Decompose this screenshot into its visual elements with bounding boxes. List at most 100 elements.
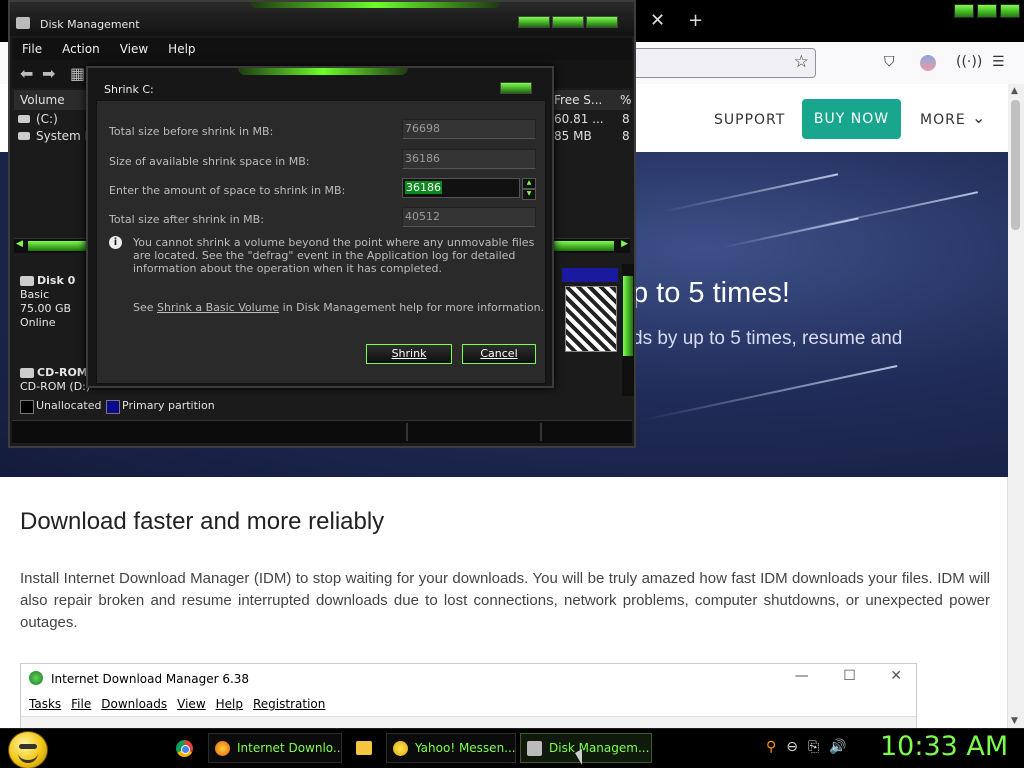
nav-support-link[interactable]: SUPPORT xyxy=(714,112,785,128)
menu-view[interactable]: View xyxy=(120,42,148,56)
disk-management-icon xyxy=(16,17,30,29)
back-arrow-icon[interactable]: ⬅ xyxy=(20,64,33,83)
idm-title: Internet Download Manager 6.38 xyxy=(51,672,250,686)
taskbar-item-label: Disk Managem... xyxy=(549,741,650,755)
chevron-down-icon[interactable]: ⌄ xyxy=(972,108,985,127)
shrink-amount-label: Enter the amount of space to shrink in M… xyxy=(109,184,346,197)
primary-partition-bar xyxy=(562,268,618,282)
network-icon[interactable]: ⎘ xyxy=(808,739,819,755)
status-separator xyxy=(406,423,408,441)
dm-title: Disk Management xyxy=(40,18,140,31)
menu-file[interactable]: File xyxy=(22,42,42,56)
folder-icon[interactable] xyxy=(356,741,372,755)
scroll-up-arrow-icon[interactable]: ▲ xyxy=(1011,86,1018,96)
total-before-field: 76698 xyxy=(402,119,536,139)
column-free-space[interactable]: Free S... xyxy=(554,93,602,107)
maximize-icon: ☐ xyxy=(843,668,856,684)
smiley-eyes xyxy=(19,744,37,749)
close-button[interactable] xyxy=(586,16,618,28)
maximize-button[interactable] xyxy=(977,4,997,18)
scroll-thumb[interactable] xyxy=(1011,100,1020,230)
status-bar xyxy=(12,420,632,443)
dialog-glow xyxy=(238,68,408,75)
new-tab-icon[interactable]: + xyxy=(688,10,703,31)
light-streak xyxy=(661,173,839,213)
shrink-amount-spinner[interactable]: ▲ ▼ xyxy=(522,178,536,200)
minimize-button[interactable] xyxy=(518,16,550,28)
close-icon: ✕ xyxy=(890,668,902,684)
menu-help[interactable]: Help xyxy=(168,42,195,56)
menu-action[interactable]: Action xyxy=(62,42,100,56)
volume-pct: 8 xyxy=(622,112,630,126)
column-percent[interactable]: % xyxy=(620,93,631,107)
shrink-dialog: Shrink C: Total size before shrink in MB… xyxy=(86,66,554,388)
nav-more-link[interactable]: MORE xyxy=(920,112,966,128)
shrink-amount-input[interactable]: 36186 xyxy=(402,178,520,198)
volume-free: 85 MB xyxy=(554,129,592,143)
info-icon: i xyxy=(109,236,122,249)
minimize-button[interactable] xyxy=(954,4,974,18)
pocket-icon[interactable]: ⛉ xyxy=(884,54,895,70)
hamburger-menu-icon[interactable]: ☰ xyxy=(992,54,1005,70)
volume-pct: 8 xyxy=(622,129,630,143)
light-streak xyxy=(642,364,898,422)
volume-name: System I xyxy=(36,129,89,143)
minus-circle-icon[interactable]: ⊖ xyxy=(786,739,798,755)
close-button[interactable] xyxy=(1000,4,1020,18)
scroll-right-arrow-icon[interactable]: ▶ xyxy=(621,239,628,249)
shrink-button[interactable]: Shrink xyxy=(366,344,452,364)
account-icon[interactable] xyxy=(920,55,936,71)
vertical-scrollbar[interactable] xyxy=(622,264,634,396)
drive-icon xyxy=(18,115,30,123)
idm-menu-registration: Registration xyxy=(253,697,326,711)
idm-menu: Tasks File Downloads View Help Registrat… xyxy=(29,697,325,711)
partition-graphic xyxy=(562,268,618,352)
clock[interactable]: 10:33 AM xyxy=(880,731,1008,762)
primary-swatch xyxy=(106,400,120,414)
dm-titlebar[interactable]: Disk Management xyxy=(10,2,634,36)
search-icon[interactable]: ⚲ xyxy=(766,739,776,755)
start-button[interactable] xyxy=(8,731,48,768)
dm-window-controls xyxy=(518,16,618,28)
url-bar[interactable]: ☆ xyxy=(632,48,816,78)
maximize-button[interactable] xyxy=(552,16,584,28)
firefox-icon xyxy=(215,741,230,756)
idm-menu-view: View xyxy=(177,697,206,711)
drive-icon xyxy=(18,132,30,140)
partition-selected-hatch[interactable] xyxy=(565,286,617,352)
dialog-close-button[interactable] xyxy=(500,82,532,94)
taskbar-item-label: Internet Downlo... xyxy=(237,741,342,755)
close-tab-icon[interactable]: ✕ xyxy=(650,10,665,31)
cancel-button[interactable]: Cancel xyxy=(462,344,536,364)
idm-menu-file: File xyxy=(71,697,92,711)
browser-scrollbar[interactable]: ▲ ▼ xyxy=(1007,84,1024,728)
extension-icon[interactable]: ((·)) xyxy=(956,54,982,70)
spin-up-icon[interactable]: ▲ xyxy=(522,178,536,189)
properties-icon[interactable]: ▦ xyxy=(70,64,85,83)
help-link[interactable]: Shrink a Basic Volume xyxy=(157,301,279,314)
idm-menu-downloads: Downloads xyxy=(101,697,168,711)
browser-window-controls xyxy=(954,4,1020,18)
buy-now-button[interactable]: BUY NOW xyxy=(802,99,901,139)
section-paragraph: Install Internet Download Manager (IDM) … xyxy=(20,570,990,631)
scroll-left-arrow-icon[interactable]: ◀ xyxy=(16,239,23,249)
disk-name: Disk 0 xyxy=(37,274,76,287)
light-streak xyxy=(781,191,979,235)
disk-icon xyxy=(527,741,542,756)
help-prefix: See xyxy=(133,301,158,314)
taskbar-item-firefox[interactable]: Internet Downlo... xyxy=(208,733,342,763)
taskbar: Internet Downlo... Yahoo! Messen... Disk… xyxy=(0,728,1024,768)
forward-arrow-icon[interactable]: ➡ xyxy=(42,64,55,83)
volume-icon[interactable]: 🔊 xyxy=(829,739,846,755)
scroll-down-arrow-icon[interactable]: ▼ xyxy=(1011,716,1018,726)
spin-down-icon[interactable]: ▼ xyxy=(522,189,536,200)
taskbar-item-label: Yahoo! Messen... xyxy=(415,741,516,755)
idm-menu-tasks: Tasks xyxy=(29,697,62,711)
taskbar-item-yahoo[interactable]: Yahoo! Messen... xyxy=(386,733,516,763)
bookmark-star-icon[interactable]: ☆ xyxy=(794,52,809,72)
chrome-icon[interactable] xyxy=(176,740,193,757)
section-heading: Download faster and more reliably xyxy=(20,508,385,535)
unallocated-swatch xyxy=(20,400,34,414)
column-volume[interactable]: Volume xyxy=(20,93,65,107)
scroll-thumb[interactable] xyxy=(623,276,633,356)
